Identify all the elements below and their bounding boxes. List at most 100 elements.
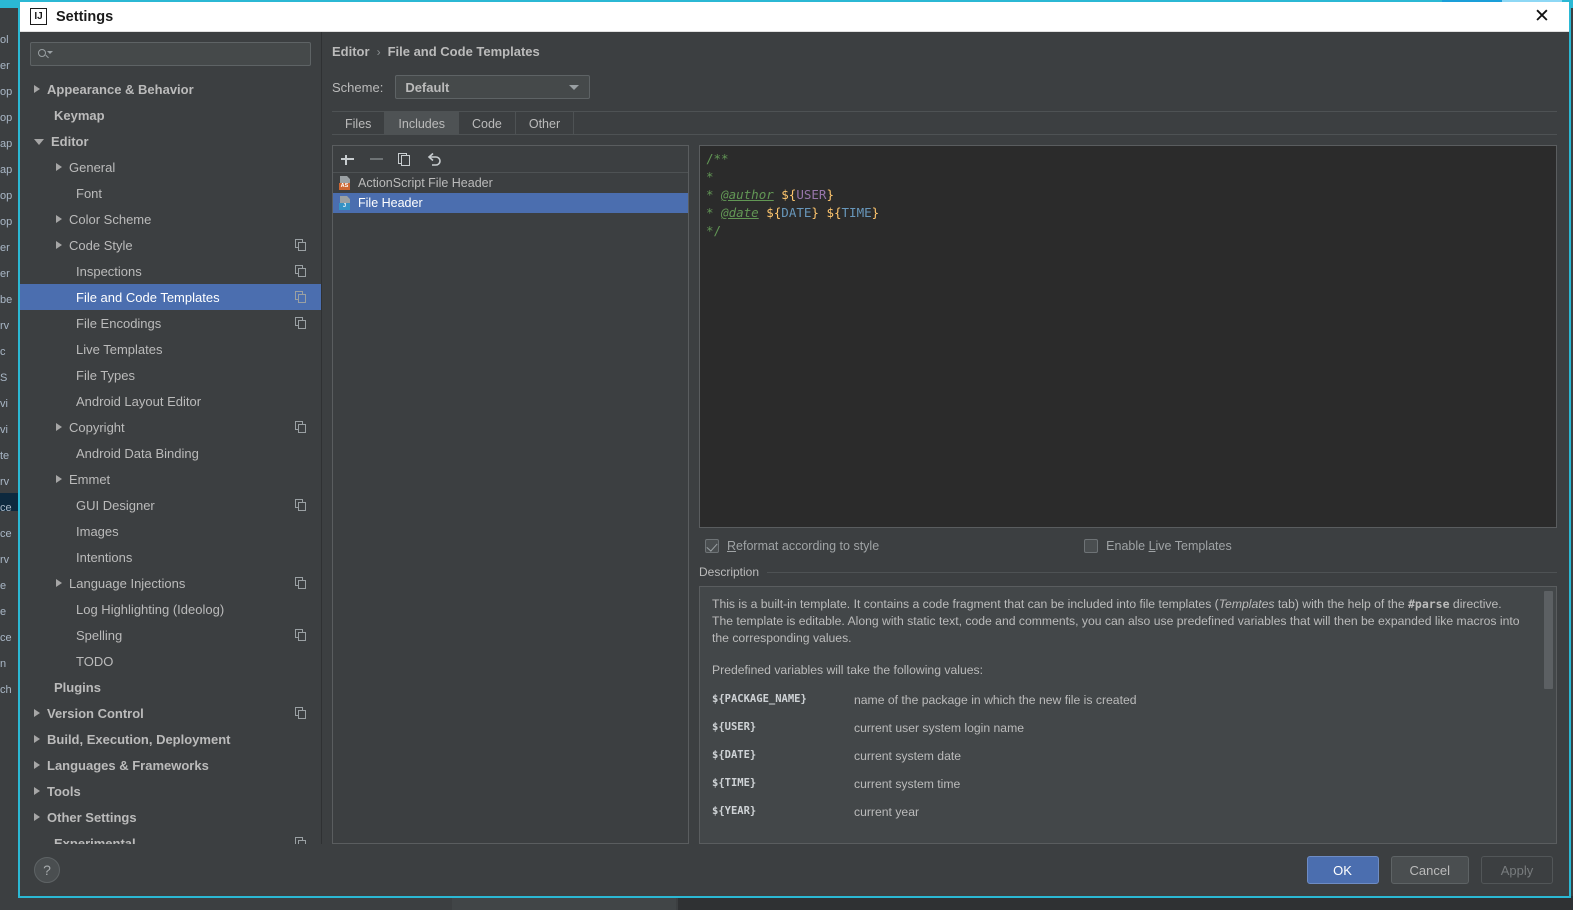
chevron-right-icon[interactable] bbox=[34, 735, 40, 743]
sidebar-item-label: Log Highlighting (Ideolog) bbox=[76, 601, 225, 617]
sidebar-item-gui-designer[interactable]: GUI Designer bbox=[20, 492, 321, 518]
sidebar-item-live-templates[interactable]: Live Templates bbox=[20, 336, 321, 362]
tab-files[interactable]: Files bbox=[332, 112, 386, 135]
sidebar-item-other-settings[interactable]: Other Settings bbox=[20, 804, 321, 830]
sidebar-item-label: Keymap bbox=[54, 107, 105, 123]
sidebar-item-label: Other Settings bbox=[47, 809, 137, 825]
sidebar-item-android-layout-editor[interactable]: Android Layout Editor bbox=[20, 388, 321, 414]
copy-settings-icon bbox=[295, 317, 307, 329]
variable-name: ${TIME} bbox=[712, 777, 757, 789]
chevron-right-icon[interactable] bbox=[56, 163, 62, 171]
help-button[interactable]: ? bbox=[34, 857, 60, 883]
sidebar-item-file-types[interactable]: File Types bbox=[20, 362, 321, 388]
list-item[interactable]: J File Header bbox=[333, 193, 688, 213]
copy-icon[interactable] bbox=[397, 151, 414, 168]
sidebar-item-appearance-behavior[interactable]: Appearance & Behavior bbox=[20, 76, 321, 102]
chevron-right-icon[interactable] bbox=[56, 579, 62, 587]
background-status-segment bbox=[0, 896, 450, 910]
sidebar-item-tools[interactable]: Tools bbox=[20, 778, 321, 804]
breadcrumb-parent[interactable]: Editor bbox=[332, 44, 370, 59]
sidebar-item-label: Inspections bbox=[76, 263, 142, 279]
chevron-right-icon[interactable] bbox=[56, 215, 62, 223]
chevron-right-icon[interactable] bbox=[34, 813, 40, 821]
sidebar-item-label: Live Templates bbox=[76, 341, 163, 357]
background-text-fragment: be bbox=[0, 294, 13, 306]
variable-description: current system time bbox=[854, 777, 961, 791]
sidebar-item-images[interactable]: Images bbox=[20, 518, 321, 544]
apply-button[interactable]: Apply bbox=[1481, 856, 1553, 884]
reformat-according-to-style-label: Reformat according to style bbox=[727, 539, 880, 553]
tab-code[interactable]: Code bbox=[459, 112, 516, 135]
sidebar-item-android-data-binding[interactable]: Android Data Binding bbox=[20, 440, 321, 466]
cancel-button[interactable]: Cancel bbox=[1390, 856, 1469, 884]
table-row: ${DATE} current system date bbox=[712, 749, 1534, 777]
sidebar-item-editor[interactable]: Editor bbox=[20, 128, 321, 154]
sidebar-item-languages-frameworks[interactable]: Languages & Frameworks bbox=[20, 752, 321, 778]
template-code-editor[interactable]: /** * * @author ${USER} * @date ${DATE} ${T… bbox=[699, 145, 1557, 528]
code-token: * bbox=[706, 205, 722, 220]
undo-icon[interactable] bbox=[426, 151, 443, 168]
enable-live-templates-checkbox[interactable]: Enable Live Templates bbox=[1084, 539, 1232, 553]
tab-other[interactable]: Other bbox=[516, 112, 575, 135]
close-icon[interactable]: ✕ bbox=[1531, 6, 1553, 28]
sidebar-item-todo[interactable]: TODO bbox=[20, 648, 321, 674]
chevron-right-icon[interactable] bbox=[56, 475, 62, 483]
sidebar-item-intentions[interactable]: Intentions bbox=[20, 544, 321, 570]
sidebar-item-label: Intentions bbox=[76, 549, 133, 565]
sidebar-item-label: Editor bbox=[51, 133, 89, 149]
background-text-fragment: op bbox=[0, 86, 13, 98]
description-paragraph-2: The template is editable. Along with sta… bbox=[712, 614, 1520, 645]
settings-dialog: IJ Settings ✕ Appearance & Behavior Keyma… bbox=[18, 2, 1571, 898]
background-text-fragment: er bbox=[0, 268, 10, 280]
sidebar-item-log-highlighting-ideolog[interactable]: Log Highlighting (Ideolog) bbox=[20, 596, 321, 622]
chevron-right-icon[interactable] bbox=[34, 85, 40, 93]
sidebar-item-file-encodings[interactable]: File Encodings bbox=[20, 310, 321, 336]
search-box[interactable] bbox=[30, 42, 311, 66]
sidebar-item-build-execution-deployment[interactable]: Build, Execution, Deployment bbox=[20, 726, 321, 752]
chevron-right-icon[interactable] bbox=[34, 709, 40, 717]
code-line: * bbox=[706, 168, 1556, 186]
list-item[interactable]: AS ActionScript File Header bbox=[333, 173, 688, 193]
sidebar-item-general[interactable]: General bbox=[20, 154, 321, 180]
sidebar-item-file-and-code-templates[interactable]: File and Code Templates bbox=[20, 284, 321, 310]
reformat-according-to-style-checkbox[interactable]: Reformat according to style bbox=[705, 539, 879, 553]
sidebar-item-color-scheme[interactable]: Color Scheme bbox=[20, 206, 321, 232]
sidebar-item-copyright[interactable]: Copyright bbox=[20, 414, 321, 440]
search-input[interactable] bbox=[53, 46, 304, 62]
background-text-fragment: rv bbox=[0, 554, 10, 566]
code-token: @date bbox=[721, 205, 759, 220]
variable-description: current system date bbox=[854, 749, 962, 763]
tab-includes[interactable]: Includes bbox=[385, 112, 459, 135]
predefined-variables-table: ${PACKAGE_NAME} name of the package in wh… bbox=[712, 693, 1534, 833]
chevron-right-icon[interactable] bbox=[56, 241, 62, 249]
sidebar-item-label: File and Code Templates bbox=[76, 289, 220, 305]
description-p1-emphasis: Templates bbox=[1218, 597, 1275, 611]
scheme-dropdown[interactable]: Default bbox=[395, 75, 591, 99]
chevron-right-icon[interactable] bbox=[34, 787, 40, 795]
sidebar-item-version-control[interactable]: Version Control bbox=[20, 700, 321, 726]
description-scrollbar[interactable] bbox=[1544, 591, 1553, 689]
sidebar-item-keymap[interactable]: Keymap bbox=[20, 102, 321, 128]
chevron-right-icon[interactable] bbox=[34, 761, 40, 769]
code-token: */ bbox=[706, 223, 722, 238]
search-container bbox=[20, 32, 321, 74]
breadcrumb: Editor › File and Code Templates bbox=[332, 32, 1557, 59]
sidebar-item-font[interactable]: Font bbox=[20, 180, 321, 206]
sidebar-item-language-injections[interactable]: Language Injections bbox=[20, 570, 321, 596]
chevron-down-icon[interactable] bbox=[34, 139, 44, 145]
sidebar-item-label: Emmet bbox=[69, 471, 111, 487]
sidebar-item-experimental[interactable]: Experimental bbox=[20, 830, 321, 844]
variable-name: ${DATE} bbox=[712, 749, 757, 761]
code-token: } bbox=[826, 187, 834, 202]
plus-icon[interactable] bbox=[339, 151, 356, 168]
sidebar-item-emmet[interactable]: Emmet bbox=[20, 466, 321, 492]
chevron-right-icon[interactable] bbox=[56, 423, 62, 431]
background-text-fragment: op bbox=[0, 112, 13, 124]
sidebar-item-label: File Types bbox=[76, 367, 136, 383]
sidebar-item-spelling[interactable]: Spelling bbox=[20, 622, 321, 648]
sidebar-item-inspections[interactable]: Inspections bbox=[20, 258, 321, 284]
sidebar-item-plugins[interactable]: Plugins bbox=[20, 674, 321, 700]
ok-button[interactable]: OK bbox=[1306, 856, 1379, 884]
sidebar-item-code-style[interactable]: Code Style bbox=[20, 232, 321, 258]
background-text-fragment: vi bbox=[0, 424, 8, 436]
